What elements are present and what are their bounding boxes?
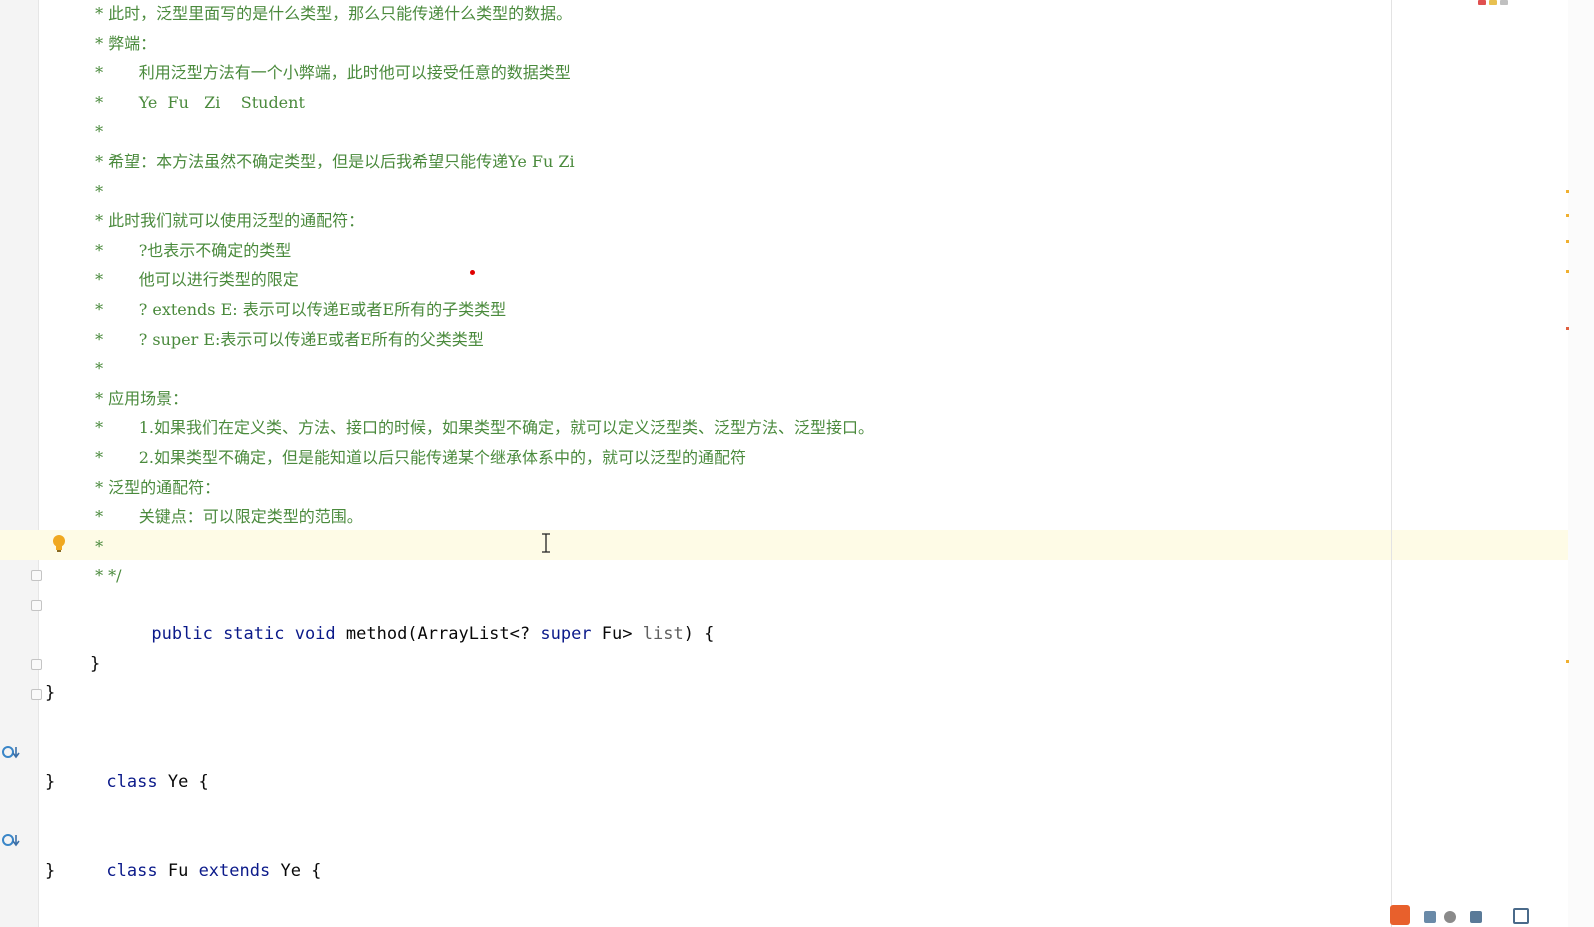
comment-text: * 此时我们就可以使用泛型的通配符： <box>90 211 365 230</box>
error-stripe-mark[interactable] <box>1566 327 1569 330</box>
code-line-class-ye-close[interactable]: } <box>0 767 55 797</box>
implemented-icon[interactable] <box>2 832 20 848</box>
comment-text: * <box>90 537 104 556</box>
comment-text: * Ye Fu Zi Student <box>90 93 305 112</box>
warning-stripe-mark[interactable] <box>1566 240 1569 243</box>
class-fu-close-brace: } <box>45 861 56 881</box>
info-indicator-icon <box>1500 0 1508 5</box>
comment-text: * 此时，泛型里面写的是什么类型，那么只能传递什么类型的数据。 <box>90 4 573 23</box>
comment-text: * */ <box>90 566 122 585</box>
comment-text: * 应用场景： <box>90 389 189 408</box>
warning-stripe-mark[interactable] <box>1566 214 1569 217</box>
comment-text: * 他可以进行类型的限定 <box>90 270 299 289</box>
type-argument: Fu> <box>591 624 643 644</box>
pointer-dot <box>470 270 475 275</box>
fold-comment-icon[interactable] <box>31 570 42 581</box>
class-fu-name: Fu <box>157 861 199 881</box>
class-close-brace: } <box>45 683 56 703</box>
implemented-icon[interactable] <box>2 744 20 760</box>
comment-text: * ? extends E: 表示可以传递E或者E所有的子类类型 <box>90 300 507 319</box>
method-open-brace: ) { <box>683 624 715 644</box>
comment-text: * 利用泛型方法有一个小弊端，此时他可以接受任意的数据类型 <box>90 63 571 82</box>
fold-method-icon[interactable] <box>31 600 42 611</box>
comment-text: * <box>90 359 104 378</box>
comment-text: * 1.如果我们在定义类、方法、接口的时候，如果类型不确定，就可以定义泛型类、泛… <box>90 418 874 437</box>
error-stripe[interactable] <box>1568 0 1594 927</box>
fold-class-end-icon[interactable] <box>31 689 42 700</box>
comment-text: * <box>90 182 104 201</box>
parameter-name: list <box>642 624 684 644</box>
comment-text: * 泛型的通配符： <box>90 478 221 497</box>
code-line-class-fu-close[interactable]: } <box>0 856 55 886</box>
comment-text: * 2.如果类型不确定，但是能知道以后只能传递某个继承体系中的，就可以泛型的通配… <box>90 448 746 467</box>
method-name: method(ArrayList<? <box>335 624 541 644</box>
error-indicator-icon <box>1478 0 1486 5</box>
comment-text: * 关键点：可以限定类型的范围。 <box>90 507 363 526</box>
warning-stripe-mark[interactable] <box>1566 270 1569 273</box>
system-tray[interactable] <box>1390 899 1594 927</box>
super-keyword: super <box>540 624 592 644</box>
method-close-brace: } <box>90 654 101 674</box>
code-editor[interactable]: * 此时，泛型里面写的是什么类型，那么只能传递什么类型的数据。 * 弊端： * … <box>0 0 1594 927</box>
comment-text: * <box>90 122 104 141</box>
class-ye-close-brace: } <box>45 772 56 792</box>
class-keyword: class <box>106 772 158 792</box>
class-fu-declaration: Ye { <box>270 861 322 881</box>
lightbulb-icon[interactable] <box>52 534 66 554</box>
comment-text: * ? super E:表示可以传递E或者E所有的父类类型 <box>90 330 484 349</box>
current-line-highlight <box>0 530 1568 560</box>
text-cursor-icon <box>542 533 550 553</box>
right-margin-guide <box>1391 0 1392 927</box>
comment-text: * ?也表示不确定的类型 <box>90 241 292 260</box>
method-modifiers: public static void <box>151 624 336 644</box>
comment-text: * 弊端： <box>90 34 157 53</box>
comment-text: * 希望：本方法虽然不确定类型，但是以后我希望只能传递Ye Fu Zi <box>90 152 575 171</box>
fold-method-end-icon[interactable] <box>31 659 42 670</box>
class-keyword: class <box>106 861 158 881</box>
warning-indicator-icon <box>1489 0 1497 5</box>
class-ye-declaration: Ye { <box>157 772 209 792</box>
warning-stripe-mark[interactable] <box>1566 190 1569 193</box>
inspection-widget[interactable] <box>1478 0 1568 6</box>
warning-stripe-mark[interactable] <box>1566 660 1569 663</box>
extends-keyword: extends <box>198 861 271 881</box>
